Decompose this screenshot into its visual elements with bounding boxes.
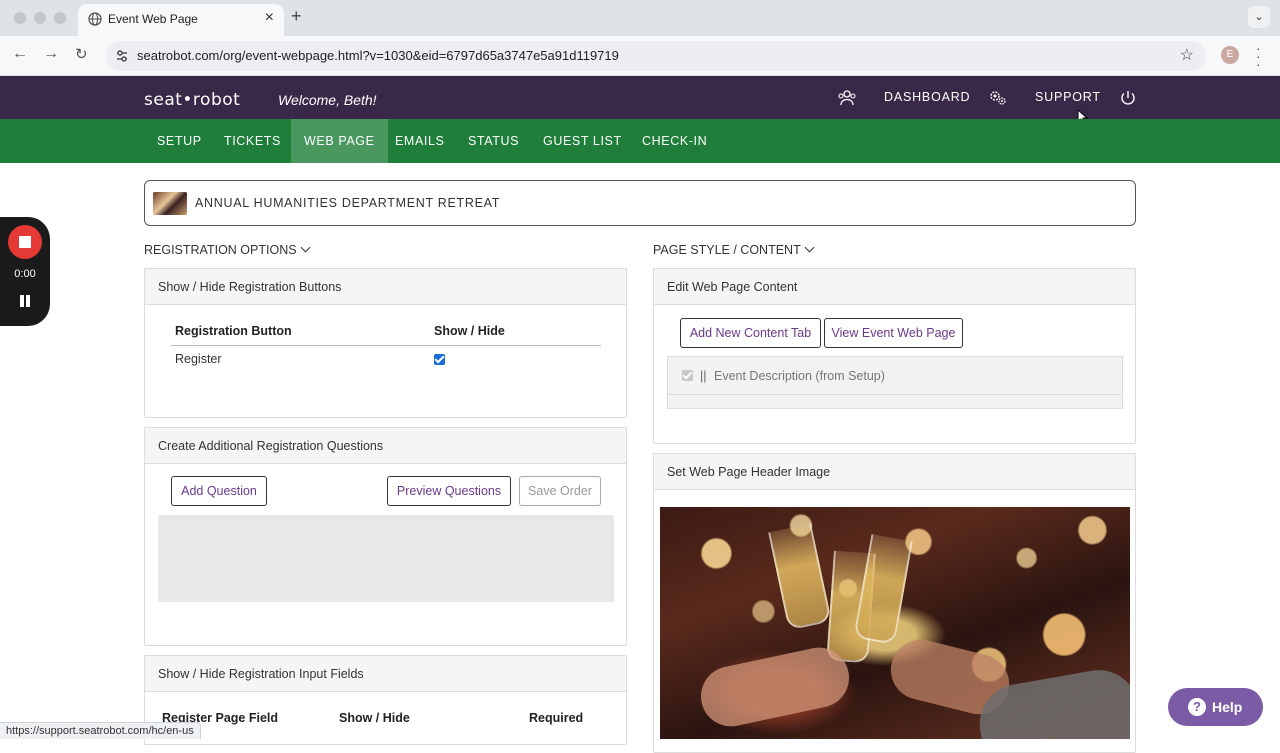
card-title: Create Additional Registration Questions: [145, 428, 626, 464]
tab-search-chevron-icon[interactable]: ⌄: [1248, 6, 1270, 28]
power-icon[interactable]: [1118, 88, 1138, 108]
header-image-preview[interactable]: [660, 507, 1130, 739]
column-header: Registration Button: [175, 324, 292, 338]
stop-recording-icon[interactable]: [8, 225, 42, 259]
link-status-bar: https://support.seatrobot.com/hc/en-us: [0, 722, 201, 739]
subnav-check-in[interactable]: CHECK-IN: [629, 119, 720, 163]
users-icon[interactable]: [837, 88, 857, 108]
screen-recorder-widget: 0:00: [0, 217, 50, 326]
support-link[interactable]: SUPPORT: [1035, 90, 1101, 104]
content-tab-label: Event Description (from Setup): [714, 369, 885, 383]
event-title: ANNUAL HUMANITIES DEPARTMENT RETREAT: [195, 196, 501, 210]
chevron-down-icon: [300, 242, 311, 253]
subnav-guest-list[interactable]: GUEST LIST: [530, 119, 635, 163]
browser-address-bar: ← → ↻ seatrobot.com/org/event-webpage.ht…: [0, 36, 1280, 76]
registration-options-label: REGISTRATION OPTIONS: [144, 243, 297, 257]
window-close-dot[interactable]: [14, 12, 26, 24]
settings-gears-icon[interactable]: [988, 88, 1008, 108]
preview-questions-button[interactable]: Preview Questions: [387, 476, 511, 506]
browser-menu-icon[interactable]: · · ·: [1256, 41, 1261, 71]
content-tab-list: || Event Description (from Setup): [667, 356, 1123, 409]
browser-tab[interactable]: Event Web Page ×: [78, 4, 284, 36]
site-settings-icon[interactable]: [114, 48, 130, 64]
subnav-tickets[interactable]: TICKETS: [211, 119, 294, 163]
save-order-button[interactable]: Save Order: [519, 476, 601, 506]
globe-icon: [88, 12, 102, 26]
new-tab-icon[interactable]: +: [291, 6, 302, 27]
forward-arrow-icon[interactable]: →: [43, 45, 59, 63]
add-question-button[interactable]: Add Question: [171, 476, 267, 506]
app-header: seat•robot Welcome, Beth! DASHBOARD SUPP…: [0, 76, 1280, 125]
tab-close-icon[interactable]: ×: [265, 9, 274, 27]
page-style-content-toggle[interactable]: PAGE STYLE / CONTENT: [653, 242, 815, 257]
subnav-emails[interactable]: EMAILS: [382, 119, 457, 163]
table-row-label: Register: [175, 352, 222, 366]
event-subnav: SETUP TICKETS WEB PAGE EMAILS STATUS GUE…: [0, 119, 1280, 163]
reload-icon[interactable]: ↻: [75, 45, 88, 63]
chevron-down-icon: [804, 242, 815, 253]
register-show-checkbox[interactable]: [434, 354, 445, 365]
column-header: Show / Hide: [434, 324, 505, 338]
dashboard-link[interactable]: DASHBOARD: [884, 90, 970, 104]
help-label: Help: [1212, 699, 1243, 715]
url-text: seatrobot.com/org/event-webpage.html?v=1…: [137, 48, 619, 63]
registration-buttons-card: Show / Hide Registration Buttons Registr…: [144, 268, 627, 418]
seatrobot-logo[interactable]: seat•robot: [144, 90, 240, 110]
champagne-glass-shape: [853, 534, 913, 645]
list-item[interactable]: || Event Description (from Setup): [668, 357, 1122, 395]
column-header: Show / Hide: [339, 711, 410, 725]
add-content-tab-button[interactable]: Add New Content Tab: [680, 318, 821, 348]
view-event-web-page-button[interactable]: View Event Web Page: [824, 318, 963, 348]
window-minimize-dot[interactable]: [34, 12, 46, 24]
subnav-web-page[interactable]: WEB PAGE: [291, 119, 388, 163]
card-title: Edit Web Page Content: [654, 269, 1135, 305]
registration-options-toggle[interactable]: REGISTRATION OPTIONS: [144, 242, 311, 257]
table-divider: [171, 345, 601, 346]
content-tab-checkbox[interactable]: [682, 370, 693, 381]
column-header: Required: [529, 711, 584, 725]
hand-shape: [695, 642, 855, 732]
help-button[interactable]: ? Help: [1168, 688, 1263, 726]
back-arrow-icon[interactable]: ←: [12, 45, 28, 63]
browser-tab-bar: Event Web Page × + ⌄: [0, 0, 1280, 36]
event-title-bar: ANNUAL HUMANITIES DEPARTMENT RETREAT: [144, 180, 1136, 226]
window-zoom-dot[interactable]: [54, 12, 66, 24]
recording-timer: 0:00: [14, 268, 36, 280]
registration-questions-card: Create Additional Registration Questions…: [144, 427, 627, 646]
questions-drop-area: [158, 515, 614, 602]
drag-handle-icon[interactable]: ||: [700, 369, 707, 383]
champagne-glass-shape: [768, 523, 832, 631]
omnibox[interactable]: seatrobot.com/org/event-webpage.html?v=1…: [106, 41, 1206, 71]
tab-title: Event Web Page: [108, 12, 198, 26]
profile-avatar[interactable]: E: [1221, 46, 1239, 64]
welcome-message: Welcome, Beth!: [278, 92, 377, 108]
web-page-content-card: Edit Web Page Content Add New Content Ta…: [653, 268, 1136, 444]
card-title: Set Web Page Header Image: [654, 454, 1135, 490]
subnav-status[interactable]: STATUS: [455, 119, 532, 163]
bookmark-star-icon[interactable]: ☆: [1180, 45, 1194, 65]
subnav-setup[interactable]: SETUP: [144, 119, 215, 163]
registration-input-fields-card: Show / Hide Registration Input Fields Re…: [144, 655, 627, 745]
event-thumbnail: [153, 192, 187, 215]
card-title: Show / Hide Registration Input Fields: [145, 656, 626, 692]
card-title: Show / Hide Registration Buttons: [145, 269, 626, 305]
question-mark-icon: ?: [1188, 698, 1206, 716]
page-style-content-label: PAGE STYLE / CONTENT: [653, 243, 801, 257]
pause-icon[interactable]: [19, 295, 31, 307]
